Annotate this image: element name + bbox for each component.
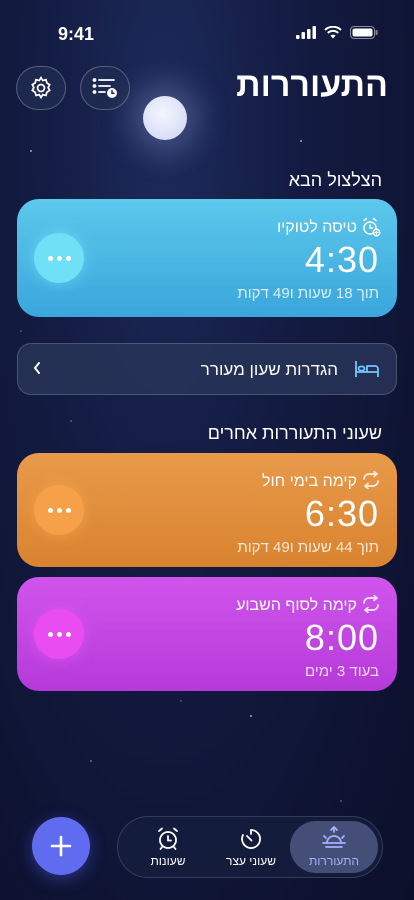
tab-bar: שעונות שעוני עצר התעוררות	[117, 816, 383, 878]
timer-icon	[241, 829, 261, 849]
bed-icon	[355, 361, 379, 377]
alarm-clock-icon	[158, 827, 178, 850]
more-options-button[interactable]	[34, 233, 84, 283]
alarm-card-weekend[interactable]: קימה לסוף השבוע 8:00 בעוד 3 ימים	[17, 577, 397, 691]
alarm-countdown: תוך 44 שעות ו49 דקות	[237, 539, 379, 556]
tab-label: התעוררות	[309, 854, 359, 868]
moon-illustration	[143, 96, 187, 140]
tab-clocks[interactable]: שעונות	[124, 821, 212, 873]
alarm-settings-label: הגדרות שעון מעורר	[200, 360, 338, 379]
sunrise-icon	[322, 826, 346, 848]
tab-label: שעוני עצר	[226, 854, 276, 868]
alarm-name: קימה בימי חול	[261, 473, 357, 490]
list-clock-icon	[92, 78, 117, 98]
status-bar: 9:41	[0, 0, 414, 60]
alarm-settings-row[interactable]: הגדרות שעון מעורר	[17, 343, 397, 395]
alarm-card-weekday[interactable]: קימה בימי חול 6:30 תוך 44 שעות ו49 דקות	[17, 453, 397, 567]
status-time: 9:41	[58, 24, 95, 44]
alarm-time: 6:30	[304, 493, 379, 534]
tab-label: שעונות	[150, 854, 186, 868]
tab-timers[interactable]: שעוני עצר	[207, 821, 295, 873]
gear-icon	[31, 76, 51, 100]
alarm-time: 8:00	[304, 617, 379, 658]
other-alarms-heading: שעוני התעוררות אחרים	[207, 423, 382, 443]
next-alarm-card[interactable]: טיסה לטוקיו 4:30 תוך 18 שעות ו49 דקות	[17, 199, 397, 317]
tab-wakeup[interactable]: התעוררות	[290, 821, 378, 873]
next-alarm-heading: הצלצול הבא	[288, 170, 382, 190]
settings-button[interactable]	[16, 66, 66, 110]
status-icons	[296, 26, 378, 39]
add-alarm-button[interactable]	[32, 817, 90, 875]
chevron-left-icon	[33, 362, 40, 374]
alarm-countdown: תוך 18 שעות ו49 דקות	[237, 285, 379, 302]
alarm-name: טיסה לטוקיו	[276, 219, 357, 236]
alarm-name: קימה לסוף השבוע	[236, 597, 357, 614]
signal-icon	[296, 26, 316, 39]
more-options-button[interactable]	[34, 485, 84, 535]
repeat-icon	[363, 471, 379, 489]
page-title: התעוררות	[236, 66, 388, 104]
plus-icon	[50, 835, 72, 857]
battery-icon	[350, 26, 378, 39]
alarm-time: 4:30	[304, 239, 379, 280]
alarm-countdown: בעוד 3 ימים	[305, 663, 379, 680]
repeat-icon	[363, 595, 379, 613]
alarm-clock-add-icon	[363, 217, 381, 237]
wifi-icon	[324, 26, 342, 39]
more-options-button[interactable]	[34, 609, 84, 659]
alarm-list-button[interactable]	[80, 66, 130, 110]
